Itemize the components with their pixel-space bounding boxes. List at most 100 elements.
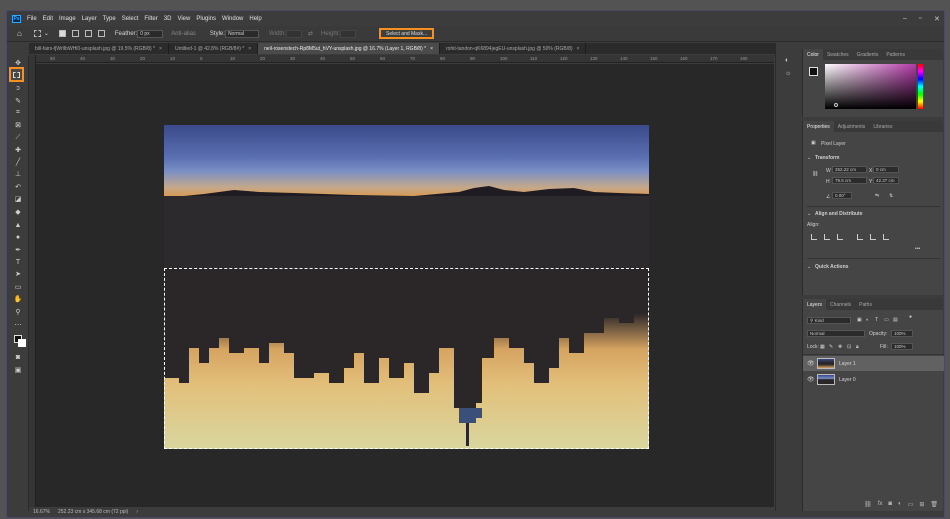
menu-help[interactable]: Help	[249, 16, 261, 22]
layer-name[interactable]: Layer 1	[839, 361, 856, 367]
document-image[interactable]	[164, 125, 649, 449]
lasso-tool-icon[interactable]: ↄ	[13, 83, 23, 93]
quick-mask-icon[interactable]: ◙	[13, 352, 23, 362]
status-menu-icon[interactable]: ›	[136, 509, 138, 515]
new-layer-icon[interactable]: ⊞	[919, 501, 924, 508]
tab-document-3[interactable]: neil-rosenstech-Rp8M5ut_hVY-unsplash.jpg…	[258, 43, 440, 54]
antialias-label[interactable]: Anti-alias	[171, 31, 196, 37]
close-tab-icon[interactable]: ×	[159, 46, 162, 52]
align-right-icon[interactable]	[837, 234, 843, 240]
menu-plugins[interactable]: Plugins	[196, 16, 216, 22]
close-tab-icon[interactable]: ×	[577, 46, 580, 52]
height-input[interactable]	[340, 29, 356, 38]
rectangle-tool-icon[interactable]: ▭	[13, 282, 23, 292]
lock-transparent-icon[interactable]: ▦	[820, 344, 825, 350]
intersect-selection-icon[interactable]	[97, 30, 105, 37]
tab-layers[interactable]: Layers	[803, 299, 827, 310]
history-panel-icon[interactable]: ◐	[785, 57, 793, 65]
menu-3d[interactable]: 3D	[164, 16, 172, 22]
align-vcenter-icon[interactable]	[870, 234, 876, 240]
lock-artboard-icon[interactable]: ⊡	[847, 344, 851, 350]
select-and-mask-button[interactable]: Select and Mask...	[379, 28, 435, 39]
eyedropper-tool-icon[interactable]: ⟋	[13, 133, 23, 143]
screen-mode-icon[interactable]: ▣	[13, 365, 23, 375]
canvas-area[interactable]	[36, 64, 774, 507]
color-picker-handle[interactable]	[834, 103, 838, 107]
adjustment-layer-icon[interactable]: ◐	[898, 501, 902, 507]
tab-adjustments[interactable]: Adjustments	[834, 121, 870, 132]
opacity-input[interactable]: 100%	[891, 330, 913, 337]
lock-position-icon[interactable]: ✥	[838, 344, 842, 350]
tab-properties[interactable]: Properties	[803, 121, 834, 132]
visibility-eye-icon[interactable]: 👁︎	[807, 376, 815, 383]
type-tool-icon[interactable]: T	[13, 257, 23, 267]
close-tab-icon[interactable]: ×	[248, 46, 251, 52]
marquee-preset-icon[interactable]: ⌄	[33, 30, 49, 37]
tab-document-4[interactable]: rohit-tandon-qK6894jegEU-unsplash.jpg @ …	[440, 43, 587, 54]
eraser-tool-icon[interactable]: ◪	[13, 194, 23, 204]
selection-marquee[interactable]	[164, 268, 649, 449]
quick-selection-tool-icon[interactable]: ✎	[13, 96, 23, 106]
menu-type[interactable]: Type	[103, 16, 116, 22]
frame-tool-icon[interactable]: ⊠	[13, 120, 23, 130]
tab-document-2[interactable]: Untitled-1 @ 42.8% (RGB/8#) * ×	[169, 43, 259, 54]
transform-chevron-icon[interactable]: ⌄	[807, 155, 811, 161]
zoom-level[interactable]: 16.67%	[33, 509, 50, 515]
zoom-tool-icon[interactable]: ⚲	[13, 307, 23, 317]
menu-file[interactable]: File	[27, 16, 37, 22]
menu-image[interactable]: Image	[59, 16, 76, 22]
x-field[interactable]: 0 cm	[873, 166, 899, 173]
add-selection-icon[interactable]	[71, 30, 79, 37]
height-field[interactable]: 79.5 cm	[832, 177, 867, 184]
tab-gradients[interactable]: Gradients	[853, 49, 883, 60]
healing-brush-tool-icon[interactable]: ✚	[13, 145, 23, 155]
align-top-icon[interactable]	[857, 234, 863, 240]
hand-tool-icon[interactable]: ✋	[13, 294, 23, 304]
home-icon[interactable]: ⌂	[17, 29, 22, 38]
tab-document-1[interactable]: bill-fairs-fjWrlIbWHl0-unsplash.jpg @ 19…	[29, 43, 169, 54]
filter-toggle-icon[interactable]: ●	[909, 314, 912, 320]
fill-input[interactable]: 100%	[891, 343, 913, 350]
delete-layer-icon[interactable]: 🗑︎	[930, 501, 938, 508]
link-icon[interactable]: ⛓	[812, 171, 818, 177]
paint-bucket-tool-icon[interactable]: ◆	[13, 207, 23, 217]
subtract-selection-icon[interactable]	[84, 30, 92, 37]
menu-window[interactable]: Window	[222, 16, 243, 22]
new-group-icon[interactable]: ▭	[908, 501, 914, 508]
layer-row-layer-0[interactable]: 👁︎ Layer 0	[803, 372, 944, 387]
layer-row-layer-1[interactable]: 👁︎ Layer 1	[803, 356, 944, 371]
lock-all-icon[interactable]: 🔒︎	[856, 344, 859, 350]
layer-style-icon[interactable]: fx	[878, 501, 883, 507]
style-select[interactable]: Normal	[224, 29, 259, 38]
hue-slider[interactable]	[918, 64, 923, 109]
align-left-icon[interactable]	[811, 234, 817, 240]
width-field[interactable]: 252.22 cm	[832, 166, 867, 173]
add-mask-icon[interactable]: ◙	[888, 501, 892, 507]
menu-edit[interactable]: Edit	[43, 16, 53, 22]
tab-channels[interactable]: Channels	[826, 299, 855, 310]
menu-view[interactable]: View	[177, 16, 190, 22]
swap-icon[interactable]: ⇄	[308, 30, 313, 37]
width-input[interactable]	[285, 29, 302, 38]
align-chevron-icon[interactable]: ⌄	[807, 211, 811, 217]
close-icon[interactable]: ✕	[934, 15, 940, 23]
more-options-icon[interactable]: •••	[915, 246, 920, 252]
close-tab-icon[interactable]: ×	[430, 46, 433, 52]
foreground-color-chip[interactable]	[809, 67, 818, 76]
more-tools-icon[interactable]: ⋯	[13, 320, 23, 330]
layer-filter-select[interactable]: ⚲ Kind	[807, 317, 851, 324]
blur-tool-icon[interactable]: ▲	[13, 220, 23, 230]
filter-smart-object-icon[interactable]: ▤	[893, 317, 898, 323]
blend-mode-select[interactable]: Normal	[807, 330, 865, 337]
brush-tool-icon[interactable]: ╱	[13, 157, 23, 167]
history-brush-tool-icon[interactable]: ↶	[13, 182, 23, 192]
dodge-tool-icon[interactable]: ●	[13, 232, 23, 242]
tab-libraries[interactable]: Libraries	[869, 121, 896, 132]
align-hcenter-icon[interactable]	[824, 234, 830, 240]
flip-vertical-icon[interactable]: ⇅	[889, 193, 893, 199]
clone-stamp-tool-icon[interactable]: ⊥	[13, 169, 23, 179]
filter-type-icon[interactable]: T	[875, 317, 878, 323]
tab-color[interactable]: Color	[803, 49, 823, 60]
minimize-icon[interactable]: –	[903, 15, 907, 22]
new-selection-icon[interactable]	[58, 30, 66, 37]
